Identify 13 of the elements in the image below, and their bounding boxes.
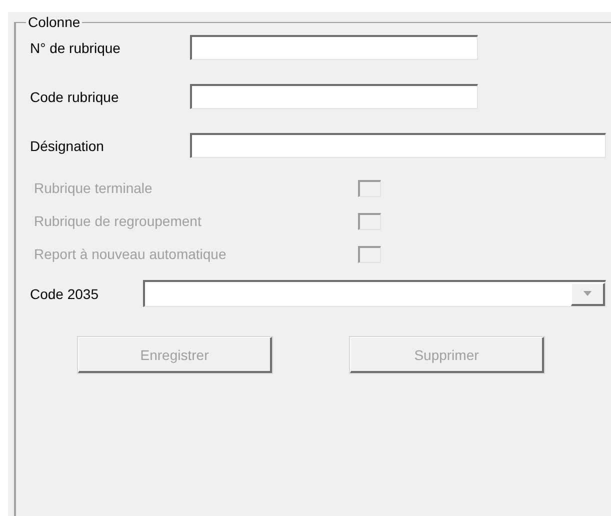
input-field[interactable] <box>190 84 478 109</box>
caret-icon <box>583 291 592 296</box>
input-field[interactable] <box>190 133 606 158</box>
dropdown-button[interactable] <box>571 282 605 306</box>
input-field[interactable] <box>190 35 478 60</box>
field-label: Code rubrique <box>30 88 120 104</box>
field-label: N° de rubrique <box>30 40 122 56</box>
combo-label: Code 2035 <box>30 286 100 302</box>
checkbox-label: Report à nouveau automatique <box>33 246 228 262</box>
checkbox-label: Rubrique de regroupement <box>33 213 202 229</box>
field-label: Désignation <box>30 138 105 154</box>
dropdown-field[interactable] <box>143 280 606 307</box>
checkbox-label: Rubrique terminale <box>33 180 154 196</box>
